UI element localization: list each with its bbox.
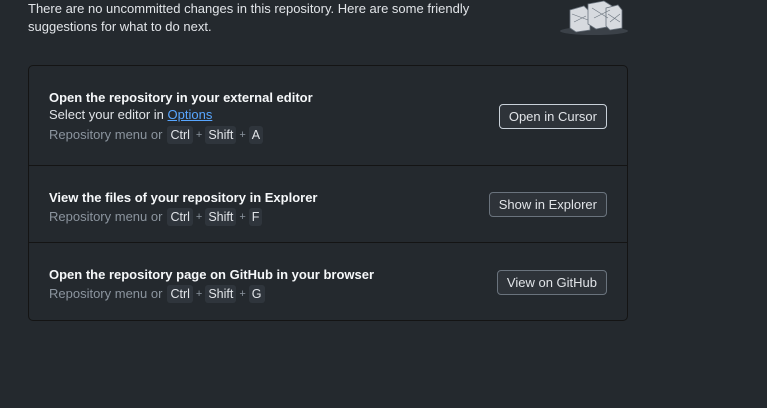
no-changes-message: There are no uncommitted changes in this…	[28, 1, 470, 34]
suggestion-view-github: Open the repository page on GitHub in yo…	[29, 243, 627, 320]
key-plus: +	[239, 288, 246, 300]
shortcut-prefix: Repository menu or	[49, 127, 163, 142]
key-letter: G	[248, 285, 265, 303]
key-ctrl: Ctrl	[167, 208, 193, 226]
key-shift: Shift	[205, 126, 237, 144]
key-ctrl: Ctrl	[167, 126, 193, 144]
show-in-explorer-button[interactable]: Show in Explorer	[488, 192, 607, 217]
key-ctrl: Ctrl	[167, 285, 193, 303]
key-shift: Shift	[205, 208, 237, 226]
description-text: Select your editor in	[49, 107, 168, 122]
key-plus: +	[195, 211, 203, 223]
key-plus: +	[195, 129, 203, 141]
shortcut-hint: Repository menu or Ctrl + Shift + F	[49, 206, 318, 228]
shortcut-hint: Repository menu or Ctrl + Shift + A	[49, 124, 313, 146]
open-in-editor-button[interactable]: Open in Cursor	[498, 104, 607, 129]
view-on-github-button[interactable]: View on GitHub	[496, 270, 607, 295]
boxes-illustration-icon	[560, 0, 628, 35]
key-plus: +	[239, 211, 246, 223]
suggestion-open-editor: Open the repository in your external edi…	[29, 66, 627, 166]
suggestions-panel: Open the repository in your external edi…	[28, 65, 628, 321]
key-letter: F	[248, 208, 263, 226]
suggestion-title: Open the repository in your external edi…	[49, 90, 313, 105]
key-shift: Shift	[205, 285, 237, 303]
suggestion-title: View the files of your repository in Exp…	[49, 190, 318, 205]
suggestion-title: Open the repository page on GitHub in yo…	[49, 267, 375, 282]
key-plus: +	[195, 288, 203, 300]
suggestion-description: Select your editor in Options	[49, 106, 313, 124]
options-link[interactable]: Options	[168, 107, 213, 122]
shortcut-prefix: Repository menu or	[49, 286, 163, 301]
shortcut-prefix: Repository menu or	[49, 209, 163, 224]
suggestion-show-explorer: View the files of your repository in Exp…	[29, 166, 627, 243]
key-plus: +	[239, 129, 246, 141]
shortcut-hint: Repository menu or Ctrl + Shift + G	[49, 283, 374, 305]
key-letter: A	[248, 126, 264, 144]
